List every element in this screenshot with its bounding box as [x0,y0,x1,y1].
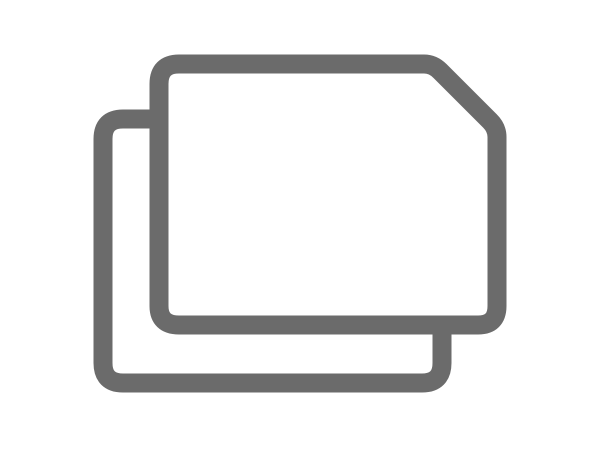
icon-canvas [0,0,600,450]
stacked-cards-icon [93,54,507,393]
front-card-outline [149,54,507,335]
